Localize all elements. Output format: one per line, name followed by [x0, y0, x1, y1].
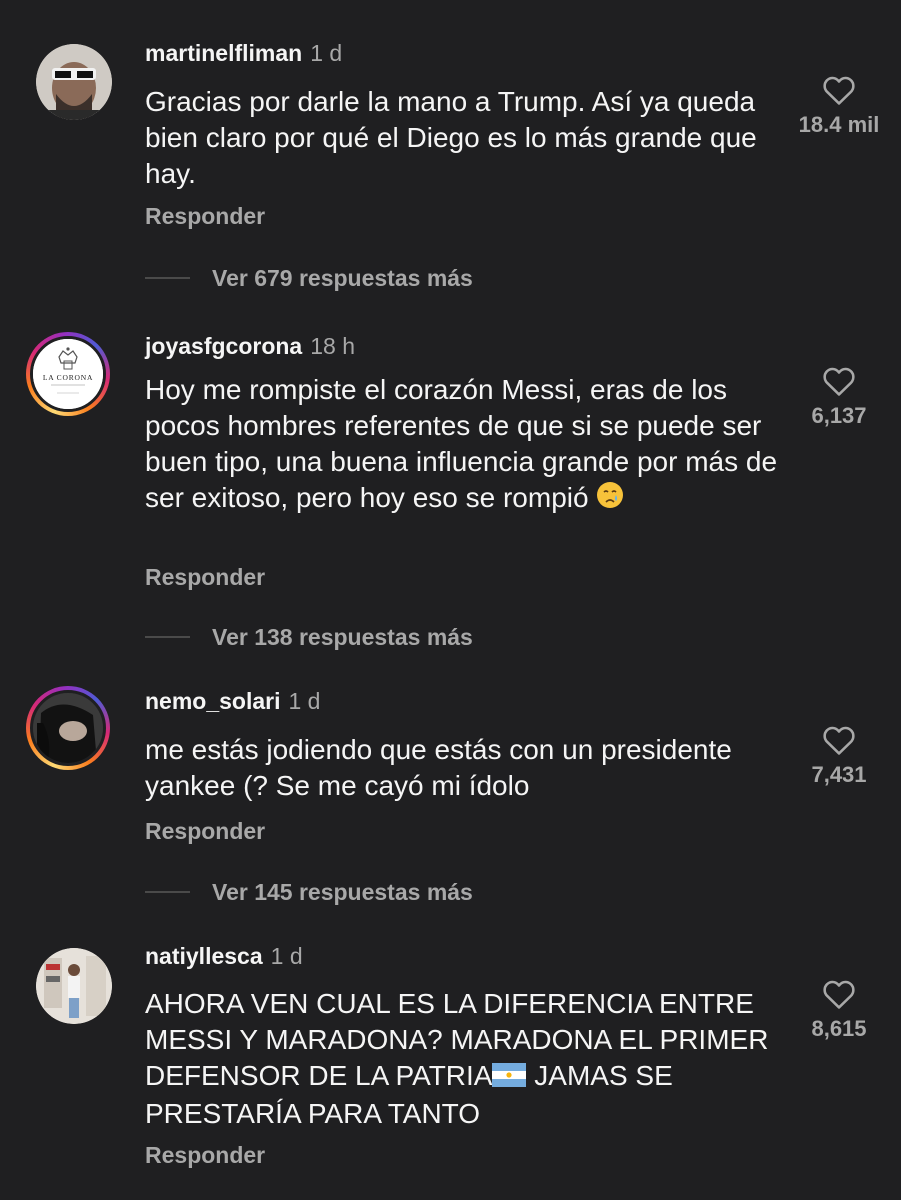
avatar-photo: [33, 693, 103, 763]
comment-header: natiyllesca 1 d: [145, 943, 303, 970]
like-count: 18.4 mil: [798, 112, 880, 137]
comment-text: Hoy me rompiste el corazón Messi, eras d…: [145, 372, 785, 518]
view-more-replies[interactable]: Ver 145 respuestas más: [145, 877, 473, 907]
view-more-replies-label[interactable]: Ver 145 respuestas más: [212, 879, 473, 906]
comment-text: me estás jodiendo que estás con un presi…: [145, 734, 732, 801]
like-group: 6,137: [779, 365, 899, 429]
avatar[interactable]: [36, 948, 112, 1024]
like-group: 18.4 mil: [779, 74, 899, 138]
avatar-photo: [36, 948, 112, 1024]
crying-face-emoji: [596, 481, 624, 518]
timestamp: 1 d: [270, 943, 303, 969]
divider-line: [145, 636, 190, 638]
timestamp: 18 h: [310, 333, 355, 359]
like-group: 7,431: [779, 724, 899, 788]
comment-text: AHORA VEN CUAL ES LA DIFERENCIA ENTRE ME…: [145, 986, 770, 1132]
username[interactable]: nemo_solari: [145, 688, 281, 714]
timestamp: 1 d: [310, 40, 343, 66]
like-count: 8,615: [811, 1016, 867, 1041]
divider-line: [145, 277, 190, 279]
comment-header: martinelfliman 1 d: [145, 40, 342, 67]
heart-outline-icon[interactable]: [822, 724, 856, 756]
reply-button[interactable]: Responder: [145, 203, 265, 230]
comment-text-body: AHORA VEN CUAL ES LA DIFERENCIA ENTRE ME…: [145, 988, 769, 1091]
comment-header: joyasfgcorona 18 h: [145, 333, 355, 360]
argentina-flag-emoji: [492, 1060, 527, 1096]
reply-button[interactable]: Responder: [145, 1142, 265, 1169]
view-more-replies[interactable]: Ver 679 respuestas más: [145, 263, 473, 293]
avatar[interactable]: [36, 44, 112, 120]
view-more-replies-label[interactable]: Ver 138 respuestas más: [212, 624, 473, 651]
view-more-replies-label[interactable]: Ver 679 respuestas más: [212, 265, 473, 292]
like-count: 6,137: [811, 403, 867, 428]
avatar-photo: [36, 44, 112, 120]
username[interactable]: martinelfliman: [145, 40, 302, 66]
heart-outline-icon[interactable]: [822, 74, 856, 106]
reply-button[interactable]: Responder: [145, 818, 265, 845]
like-group: 8,615: [779, 978, 899, 1042]
like-count: 7,431: [811, 762, 867, 787]
avatar-logo-text: LA CORONA: [43, 373, 93, 382]
divider-line: [145, 891, 190, 893]
reply-button[interactable]: Responder: [145, 564, 265, 591]
avatar[interactable]: LA CORONA: [26, 332, 110, 416]
username[interactable]: joyasfgcorona: [145, 333, 302, 359]
avatar-logo: LA CORONA: [33, 339, 103, 409]
comment-text-body: Hoy me rompiste el corazón Messi, eras d…: [145, 374, 778, 513]
comment-text: Gracias por darle la mano a Trump. Así y…: [145, 86, 757, 189]
heart-outline-icon[interactable]: [822, 365, 856, 397]
username[interactable]: natiyllesca: [145, 943, 263, 969]
view-more-replies[interactable]: Ver 138 respuestas más: [145, 622, 473, 652]
avatar[interactable]: [26, 686, 110, 770]
heart-outline-icon[interactable]: [822, 978, 856, 1010]
comment-header: nemo_solari 1 d: [145, 688, 320, 715]
timestamp: 1 d: [288, 688, 321, 714]
